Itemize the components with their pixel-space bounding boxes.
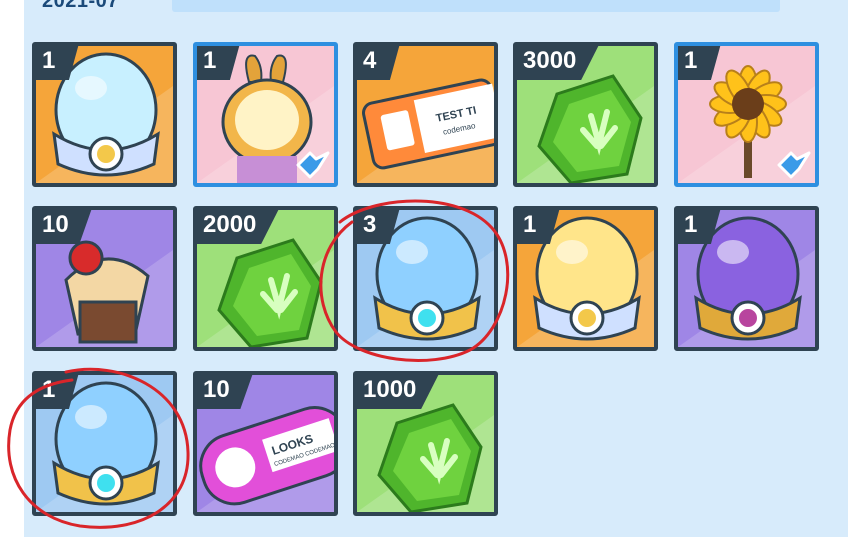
reward-item[interactable]: 1	[32, 42, 177, 187]
reward-item[interactable]: 1	[513, 206, 658, 351]
reward-item[interactable]: 1	[674, 42, 819, 187]
reward-item[interactable]: 1	[674, 206, 819, 351]
tradeable-badge-icon	[777, 151, 811, 179]
reward-item[interactable]: 1	[32, 371, 177, 516]
reward-item[interactable]: 10	[32, 206, 177, 351]
reward-item[interactable]: 1000	[353, 371, 498, 516]
month-label: 2021-07	[42, 0, 119, 12]
tradeable-badge-icon	[296, 151, 330, 179]
reward-item[interactable]: 1	[193, 42, 338, 187]
reward-item[interactable]: 2000	[193, 206, 338, 351]
reward-item[interactable]: TEST TI codemao 4	[353, 42, 498, 187]
reward-item[interactable]: 3000	[513, 42, 658, 187]
reward-item[interactable]: LOOKS CODEMAO CODEMAO 10	[193, 371, 338, 516]
header-bar	[172, 0, 780, 12]
reward-item[interactable]: 3	[353, 206, 498, 351]
